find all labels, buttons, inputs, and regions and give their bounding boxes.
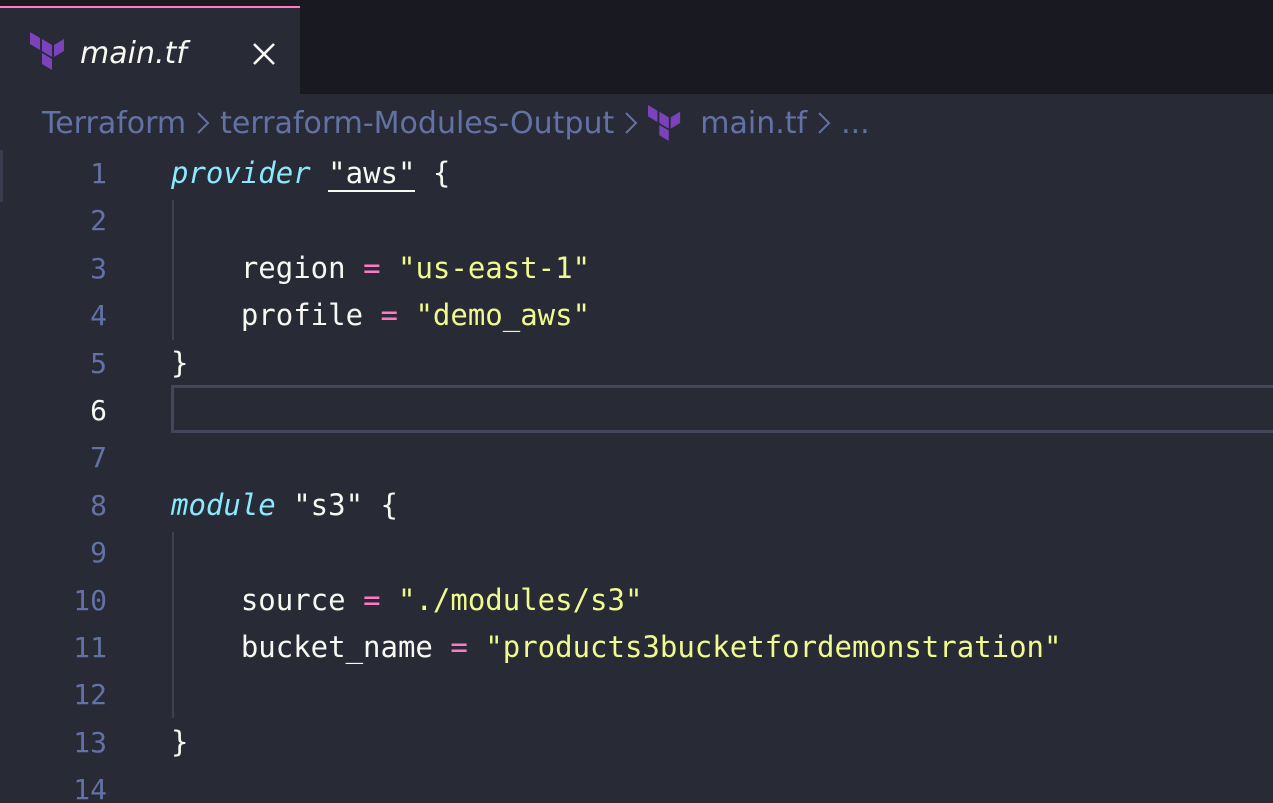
line-number: 4 <box>90 299 107 333</box>
code-text: provider "aws" { <box>171 150 450 197</box>
code-line[interactable]: 12 <box>0 671 1273 718</box>
line-number: 6 <box>90 394 107 427</box>
code-token: module <box>171 487 276 522</box>
code-token: region <box>171 250 364 285</box>
code-token: source <box>171 582 364 617</box>
line-number: 3 <box>90 251 107 285</box>
code-line[interactable]: 10 source = "./modules/s3" <box>0 577 1273 624</box>
code-text: } <box>171 719 188 766</box>
code-text: } <box>171 340 188 387</box>
code-token: "demo_aws" <box>415 298 591 333</box>
line-number: 1 <box>90 157 107 190</box>
code-text: bucket_name = "products3bucketfordemonst… <box>171 624 1062 671</box>
code-token: bucket_name <box>171 630 451 664</box>
line-number: 13 <box>73 725 107 759</box>
line-number: 5 <box>90 346 107 380</box>
code-text: source = "./modules/s3" <box>171 577 643 624</box>
code-token: "./modules/s3" <box>398 582 643 617</box>
terraform-icon <box>648 105 681 141</box>
close-icon[interactable] <box>250 40 278 68</box>
line-number: 11 <box>73 631 107 664</box>
line-number: 10 <box>73 583 107 617</box>
breadcrumb: Terraform terraform-Modules-Output main.… <box>42 100 870 146</box>
tab-label: main.tf <box>80 36 187 71</box>
code-line[interactable]: 9 <box>0 529 1273 576</box>
line-number: 7 <box>90 441 107 475</box>
breadcrumb-item-folder[interactable]: terraform-Modules-Output <box>220 106 614 141</box>
code-token: = <box>363 582 381 617</box>
code-token: { <box>415 156 451 190</box>
code-line[interactable]: 2 <box>0 197 1273 244</box>
line-number: 8 <box>90 488 107 522</box>
code-token: "products3bucketfordemonstration" <box>485 630 1062 664</box>
breadcrumb-item-file[interactable]: main.tf <box>700 106 807 141</box>
code-line[interactable]: 6 <box>0 387 1273 434</box>
code-text: profile = "demo_aws" <box>171 292 590 339</box>
code-token: = <box>450 630 468 664</box>
code-line[interactable]: 13} <box>0 719 1273 766</box>
tab-bar: main.tf <box>0 0 1273 94</box>
code-line[interactable]: 5} <box>0 340 1273 387</box>
code-line[interactable]: 8 module "s3" { <box>0 482 1273 529</box>
line-number: 12 <box>73 678 107 712</box>
code-line[interactable]: 14 <box>0 766 1273 803</box>
code-token: } <box>171 724 189 759</box>
code-line[interactable]: 1 provider "aws" { <box>0 150 1273 197</box>
code-editor[interactable]: 1 provider "aws" {2 3 region = "us-east-1"… <box>0 150 1273 803</box>
code-token: "s3" { <box>275 487 398 522</box>
code-token: = <box>380 298 398 333</box>
code-token: = <box>363 250 381 285</box>
code-token: "us-east-1" <box>398 250 591 285</box>
code-token: profile <box>171 298 381 333</box>
code-token: provider <box>171 156 311 190</box>
chevron-right-icon <box>625 112 638 134</box>
code-line[interactable]: 7 <box>0 434 1273 481</box>
tab-main-tf[interactable]: main.tf <box>0 6 300 94</box>
code-line[interactable]: 3 region = "us-east-1" <box>0 245 1273 292</box>
line-number: 9 <box>90 536 107 570</box>
chevron-right-icon <box>818 112 831 134</box>
code-token: "aws" <box>328 156 416 192</box>
line-number: 2 <box>90 204 107 238</box>
line-number: 14 <box>73 773 107 803</box>
code-token: } <box>171 345 189 380</box>
breadcrumb-item-symbols[interactable]: ... <box>841 106 870 141</box>
terraform-icon <box>30 32 64 70</box>
chevron-right-icon <box>197 112 210 134</box>
code-line[interactable]: 11 bucket_name = "products3bucketfordemo… <box>0 624 1273 671</box>
code-text: region = "us-east-1" <box>171 245 590 292</box>
code-line[interactable]: 4 profile = "demo_aws" <box>0 292 1273 339</box>
code-text: module "s3" { <box>171 482 398 529</box>
breadcrumb-item-terraform[interactable]: Terraform <box>42 106 186 141</box>
